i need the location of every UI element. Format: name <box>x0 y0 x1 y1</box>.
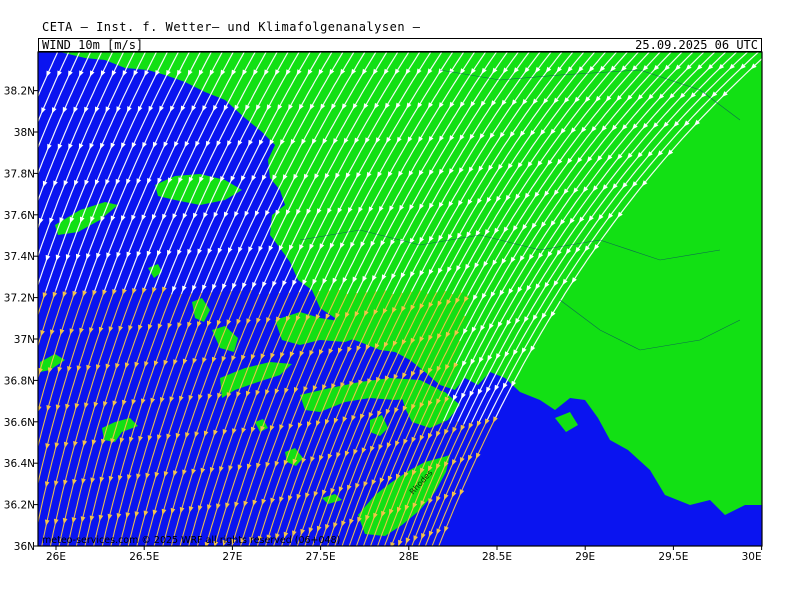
lat-label: 37.6N <box>4 210 35 222</box>
lat-label: 37.4N <box>4 251 35 263</box>
lat-label: 37.8N <box>4 168 35 180</box>
credit-text: meteo-services.com © 2025 WRF all rights… <box>42 535 340 546</box>
lat-label: 36.4N <box>4 458 35 470</box>
lon-label: 27E <box>222 551 242 563</box>
lon-label: 27.5E <box>306 551 336 563</box>
lat-label: 37N <box>14 334 35 346</box>
lat-label: 37.2N <box>4 293 35 305</box>
lon-label: 26.5E <box>129 551 159 563</box>
lon-label: 28E <box>399 551 419 563</box>
lat-label: 38N <box>14 127 35 139</box>
lon-label: 29.5E <box>658 551 688 563</box>
wind-map: meteo-services.com © 2025 WRF all rights… <box>4 51 763 563</box>
lon-label: 30E <box>742 551 762 563</box>
lon-label: 29E <box>575 551 595 563</box>
lat-label: 36.8N <box>4 375 35 387</box>
lon-label: 28.5E <box>482 551 512 563</box>
lat-label: 36.2N <box>4 500 35 512</box>
lon-label: 26E <box>46 551 66 563</box>
lat-label: 36N <box>14 541 35 553</box>
lat-label: 36.6N <box>4 417 35 429</box>
lat-label: 38.2N <box>4 86 35 98</box>
